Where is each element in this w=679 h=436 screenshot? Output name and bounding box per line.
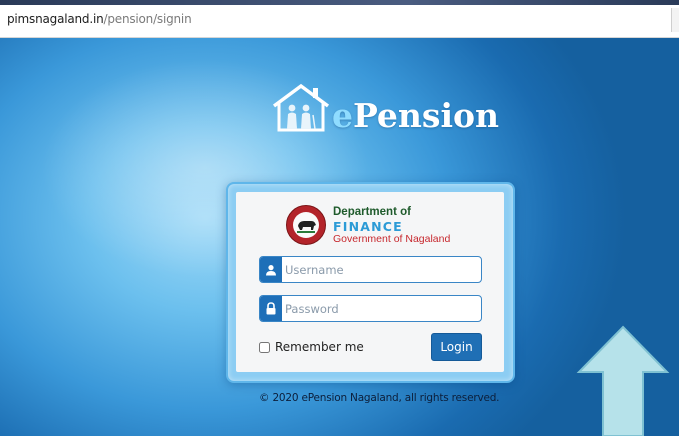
user-icon (260, 257, 282, 282)
government-label: Government of Nagaland (333, 233, 451, 245)
nagaland-emblem-icon (286, 205, 326, 245)
copyright-text: © 2020 ePension Nagaland, all rights res… (259, 392, 500, 404)
department-label: Department of (333, 206, 411, 218)
url-host: pimsnagaland.in (7, 12, 104, 26)
app-title-letter: e (332, 96, 353, 135)
lock-icon (260, 296, 282, 321)
emblem-inner (293, 212, 319, 238)
url-path: /pension/signin (103, 12, 192, 26)
up-arrow-icon (576, 325, 670, 436)
username-input[interactable] (285, 257, 477, 282)
password-input[interactable] (285, 296, 477, 321)
epension-logo: ePension (270, 82, 499, 133)
browser-address-bar[interactable]: pimsnagaland.in/pension/signin (0, 0, 679, 38)
remember-me[interactable]: Remember me (259, 340, 364, 354)
app-title-rest: Pension (353, 96, 500, 135)
url-text[interactable]: pimsnagaland.in/pension/signin (7, 12, 192, 26)
mithun-icon (297, 221, 316, 233)
remember-me-checkbox[interactable] (259, 341, 270, 353)
app-title: ePension (332, 99, 499, 133)
house-with-people-icon (272, 83, 330, 132)
username-field[interactable] (259, 256, 482, 283)
password-field[interactable] (259, 295, 482, 322)
login-button[interactable]: Login (431, 333, 482, 361)
browser-toolbar-edge (671, 8, 679, 32)
remember-me-label[interactable]: Remember me (275, 340, 364, 354)
finance-label: FINANCE (333, 219, 403, 234)
